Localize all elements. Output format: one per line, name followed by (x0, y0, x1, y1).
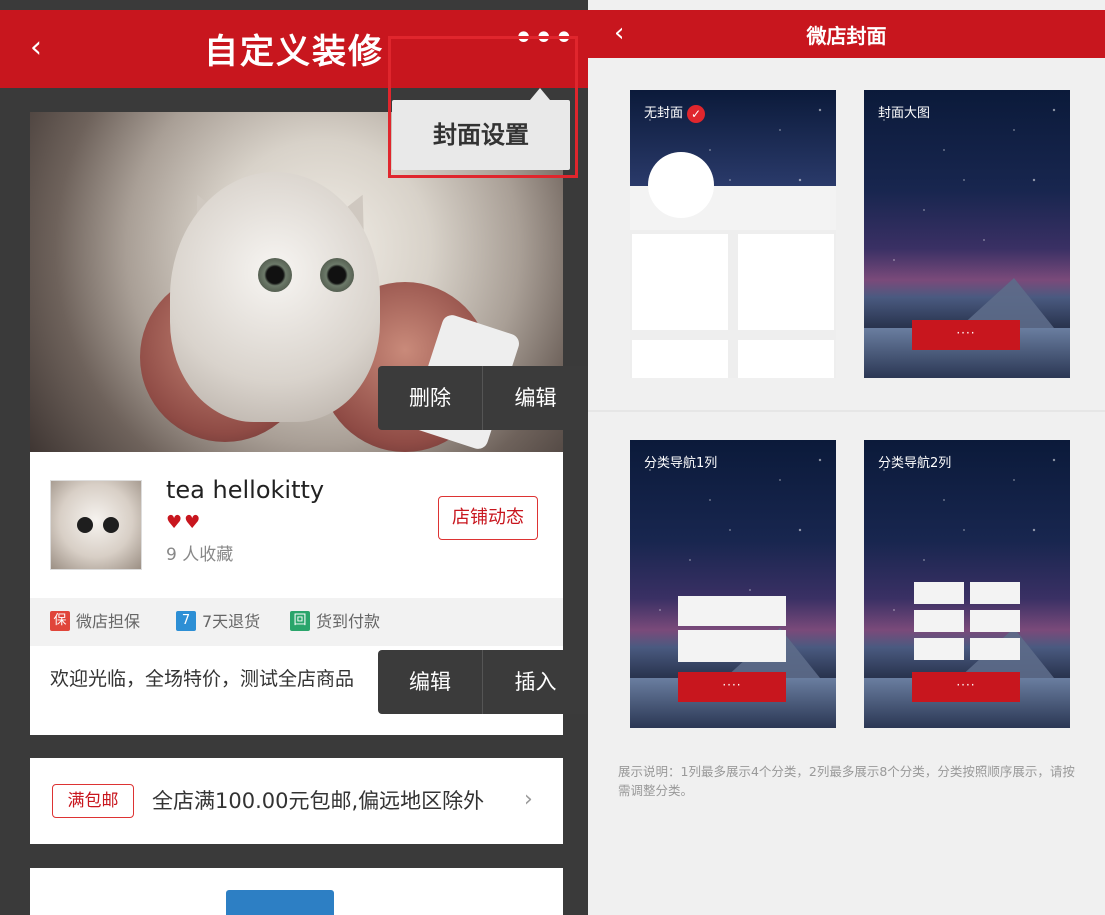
free-shipping-text: 全店满100.00元包邮,偏远地区除外 (152, 789, 485, 813)
category-slot (914, 638, 964, 660)
shop-cover-panel: ‹ 微店封面 无封面 ✓ 封面大图 ···· 分类导航1列 ···· 分类导航2… (588, 0, 1105, 915)
shop-dynamic-button[interactable]: 店铺动态 (438, 496, 538, 540)
free-shipping-row[interactable]: 满包邮 全店满100.00元包邮,偏远地区除外 › (30, 758, 563, 844)
category-slot (914, 610, 964, 632)
delete-button[interactable]: 删除 (378, 366, 482, 430)
avatar-placeholder (648, 152, 714, 218)
category-slot (914, 582, 964, 604)
tag-guarantee: 保微店担保 (50, 611, 140, 633)
tag-label: 货到付款 (316, 612, 381, 631)
insert-button[interactable]: 插入 (483, 650, 588, 714)
cover-option-category-nav-2[interactable]: 分类导航2列 ···· (864, 440, 1070, 728)
tag-return: 7 7天退货 (176, 611, 260, 633)
decoration-editor-panel: ‹ 自定义装修 ••• 删除 编辑 tea hellokitty ♥♥ 9 人收… (0, 0, 588, 915)
cover-option-no-cover[interactable]: 无封面 ✓ (630, 90, 836, 378)
guarantee-tags: 保微店担保 7 7天退货 回货到付款 (30, 598, 563, 646)
avatar-eye (77, 517, 93, 533)
shop-avatar[interactable] (50, 480, 142, 570)
favorites-count: 9 人收藏 (166, 545, 234, 565)
grid-cell (632, 234, 728, 330)
chevron-right-icon: › (524, 787, 533, 812)
category-slot (970, 638, 1020, 660)
display-instructions: 展示说明：1列最多展示4个分类，2列最多展示8个分类，分类按照顺序展示，请按需调… (618, 764, 1075, 798)
category-slot (678, 596, 786, 626)
cover-action-bar: 删除 编辑 (378, 366, 588, 430)
avatar-eye (103, 517, 119, 533)
guarantee-icon: 保 (50, 611, 70, 631)
description-action-bar: 编辑 插入 (378, 650, 588, 714)
cat-eye (258, 258, 292, 292)
edit-cover-button[interactable]: 编辑 (483, 366, 588, 430)
category-slot (678, 630, 786, 662)
heart-rating-icon: ♥♥ (166, 512, 203, 533)
grid-cell (632, 340, 728, 378)
page-title: 微店封面 (806, 24, 887, 48)
cat-figure (170, 172, 380, 422)
top-bar: ‹ 微店封面 (588, 10, 1105, 58)
option-label: 分类导航2列 (878, 456, 952, 471)
grid-cell (738, 234, 834, 330)
option-label: 分类导航1列 (644, 456, 718, 471)
highlight-box (388, 36, 578, 178)
cover-option-big-image[interactable]: 封面大图 ···· (864, 90, 1070, 378)
product-image (226, 890, 334, 915)
cod-icon: 回 (290, 611, 310, 631)
cover-button: ···· (912, 672, 1020, 702)
free-shipping-badge: 满包邮 (52, 784, 134, 818)
option-label: 无封面 ✓ (644, 102, 706, 123)
option-label-text: 无封面 (644, 106, 684, 121)
category-slot (970, 582, 1020, 604)
shop-description: 欢迎光临，全场特价，测试全店商品 (50, 668, 355, 690)
product-card[interactable] (30, 868, 563, 915)
edit-description-button[interactable]: 编辑 (378, 650, 482, 714)
tag-label: 7天退货 (202, 612, 261, 631)
tag-label: 微店担保 (76, 612, 141, 631)
cover-button: ···· (678, 672, 786, 702)
shop-name: tea hellokitty (166, 476, 325, 504)
category-slot (970, 610, 1020, 632)
option-label: 封面大图 (878, 106, 931, 121)
grid-cell (738, 340, 834, 378)
return-icon: 7 (176, 611, 196, 631)
tag-cod: 回货到付款 (290, 611, 380, 633)
cat-eye (320, 258, 354, 292)
cover-button: ···· (912, 320, 1020, 350)
selected-check-icon: ✓ (687, 104, 706, 123)
section-divider (588, 410, 1105, 412)
cover-option-category-nav-1[interactable]: 分类导航1列 ···· (630, 440, 836, 728)
